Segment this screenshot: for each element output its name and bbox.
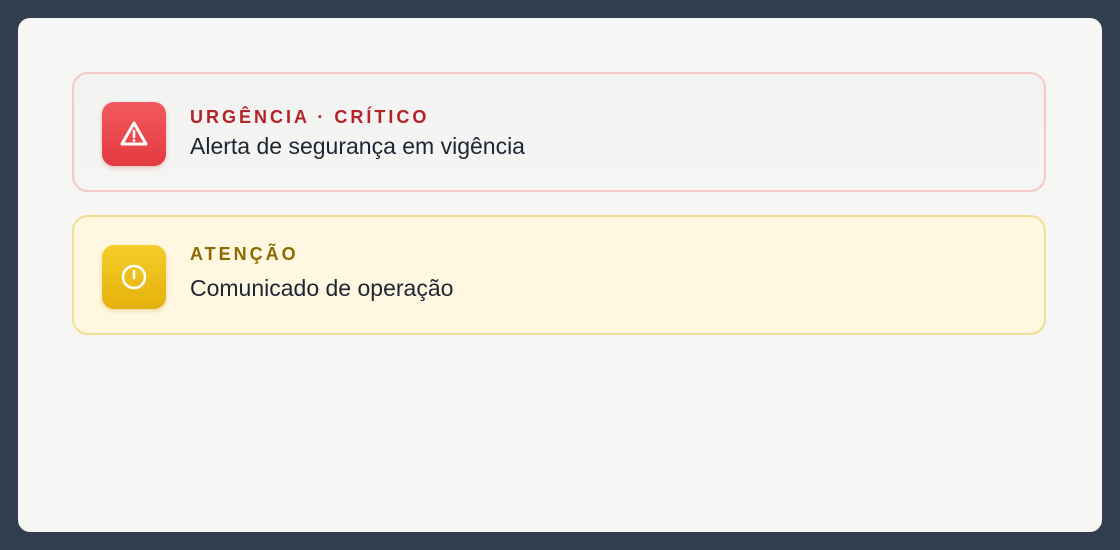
alert-title: Alerta de segurança em vigência xyxy=(190,133,525,159)
info-circle-icon xyxy=(102,245,166,309)
alert-title: Comunicado de operação xyxy=(190,275,454,301)
critical-alert-card[interactable]: URGÊNCIA · CRÍTICO Alerta de segurança e… xyxy=(72,72,1046,192)
warning-triangle-icon xyxy=(102,102,166,166)
alert-severity-label: ATENÇÃO xyxy=(190,244,299,264)
notification-panel: URGÊNCIA · CRÍTICO Alerta de segurança e… xyxy=(18,18,1102,532)
alert-severity-label: URGÊNCIA · CRÍTICO xyxy=(190,107,430,127)
warning-alert-card[interactable]: ATENÇÃO Comunicado de operação xyxy=(72,215,1046,335)
